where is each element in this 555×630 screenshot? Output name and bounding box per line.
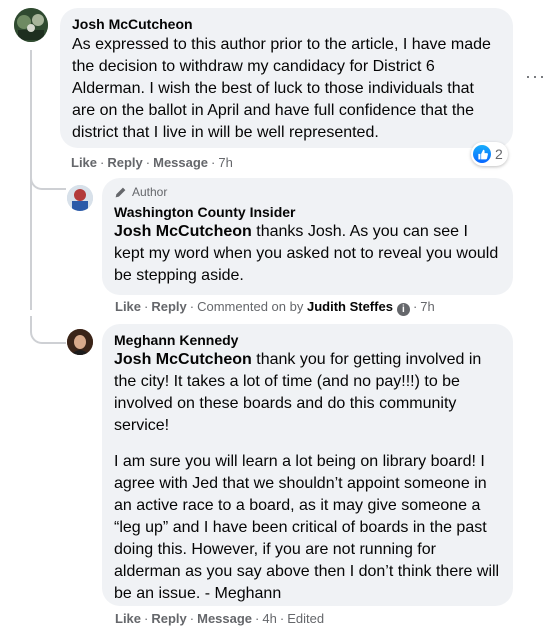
like-button[interactable]: Like bbox=[71, 155, 97, 170]
like-icon bbox=[473, 145, 491, 163]
timestamp[interactable]: 7h bbox=[218, 155, 232, 170]
timestamp[interactable]: 4h bbox=[262, 611, 276, 626]
commenter-name[interactable]: Washington County Insider bbox=[114, 204, 501, 220]
reply-body-paragraph: I am sure you will learn a lot being on … bbox=[114, 453, 500, 602]
avatar-image-icon bbox=[67, 329, 93, 355]
author-badge-label: Author bbox=[132, 185, 168, 199]
reply-actions: Like · Reply · Message · 4h · Edited bbox=[115, 611, 325, 626]
mention-link[interactable]: Josh McCutcheon bbox=[114, 223, 252, 240]
info-icon[interactable]: i bbox=[396, 303, 410, 316]
reply-bubble: Author Washington County Insider Josh Mc… bbox=[102, 178, 513, 295]
avatar-image-icon bbox=[67, 185, 93, 211]
comment-bubble: Josh McCutcheon As expressed to this aut… bbox=[60, 8, 513, 148]
comment-actions: Like · Reply · Message · 7h bbox=[71, 155, 233, 170]
avatar-image-icon bbox=[14, 8, 48, 42]
message-button[interactable]: Message bbox=[197, 611, 252, 626]
message-button[interactable]: Message bbox=[153, 155, 208, 170]
author-badge: Author bbox=[114, 185, 501, 199]
commenter-name[interactable]: Josh McCutcheon bbox=[72, 16, 501, 32]
like-button[interactable]: Like bbox=[115, 611, 141, 626]
commented-on-label: Commented on by bbox=[197, 299, 304, 314]
reaction-count[interactable]: 2 bbox=[471, 142, 508, 166]
comment-text: As expressed to this author prior to the… bbox=[72, 36, 491, 141]
mention-link[interactable]: Josh McCutcheon bbox=[114, 351, 252, 368]
commenter-link[interactable]: Judith Steffes bbox=[307, 299, 393, 314]
thread-connector bbox=[30, 316, 66, 344]
reaction-count-label: 2 bbox=[495, 146, 503, 162]
reply-text: Josh McCutcheon thanks Josh. As you can … bbox=[114, 221, 501, 287]
timestamp[interactable]: 7h bbox=[420, 299, 434, 314]
reply-button[interactable]: Reply bbox=[151, 611, 186, 626]
more-options-icon[interactable]: ··· bbox=[525, 66, 546, 87]
commenter-name[interactable]: Meghann Kennedy bbox=[114, 332, 501, 348]
reply-actions: Like · Reply · Commented on by Judith Steffe… bbox=[115, 299, 435, 316]
pencil-icon bbox=[115, 187, 126, 197]
avatar[interactable] bbox=[67, 329, 93, 355]
avatar[interactable] bbox=[14, 8, 48, 42]
reply-button[interactable]: Reply bbox=[151, 299, 186, 314]
like-button[interactable]: Like bbox=[115, 299, 141, 314]
thread-connector bbox=[30, 160, 66, 190]
reply-text: Josh McCutcheon thank you for getting in… bbox=[114, 349, 501, 605]
reply-bubble: Meghann Kennedy Josh McCutcheon thank yo… bbox=[102, 324, 513, 606]
reply-button[interactable]: Reply bbox=[107, 155, 142, 170]
avatar[interactable] bbox=[67, 185, 93, 211]
edited-label: Edited bbox=[287, 611, 325, 626]
